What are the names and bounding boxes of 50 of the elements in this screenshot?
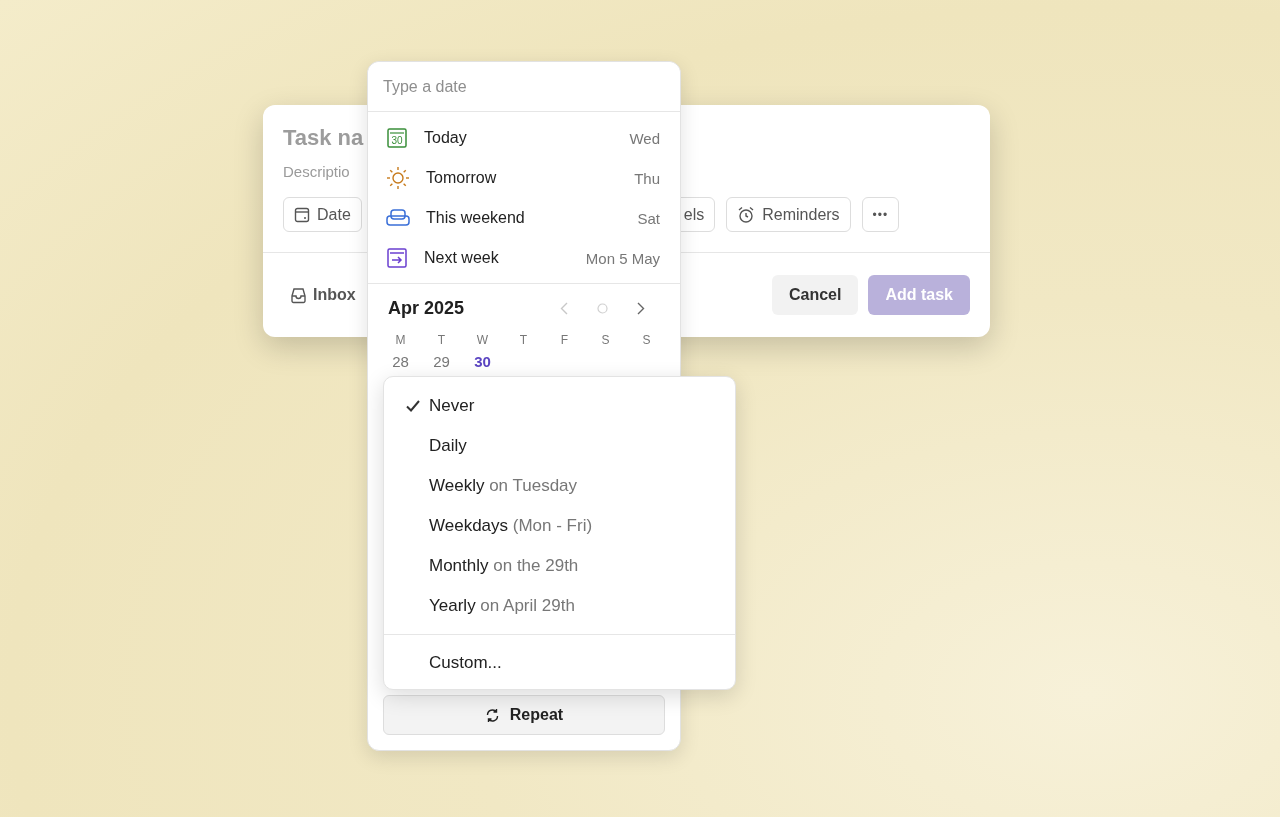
reminders-button[interactable]: Reminders: [726, 197, 851, 232]
today-circle-icon[interactable]: [597, 303, 609, 314]
previous-month-icon[interactable]: [560, 302, 569, 315]
date-input-field[interactable]: Type a date: [368, 62, 680, 112]
weekday-label: S: [600, 333, 611, 347]
repeat-button[interactable]: Repeat: [383, 695, 665, 735]
weekday-label: F: [559, 333, 570, 347]
date-option[interactable]: Next week Mon 5 May: [368, 238, 680, 278]
cancel-button[interactable]: Cancel: [771, 275, 859, 315]
repeat-option[interactable]: Weekdays (Mon - Fri): [384, 506, 735, 546]
inbox-icon: [290, 286, 307, 304]
option-day: Sat: [637, 209, 660, 227]
calendar-day[interactable]: 30: [462, 354, 503, 369]
calendar-icon: 30: [386, 127, 408, 149]
more-button[interactable]: •••: [861, 197, 900, 232]
option-label: Today: [424, 129, 467, 147]
sofa-icon: [386, 208, 410, 228]
option-label: Next week: [424, 249, 499, 267]
weekday-label: T: [436, 333, 447, 347]
sun-icon: [386, 166, 410, 190]
calendar-icon: [294, 206, 310, 223]
option-label: Daily: [429, 436, 467, 456]
weekday-label: T: [518, 333, 529, 347]
option-label: Never: [429, 396, 475, 416]
repeat-option[interactable]: Never: [384, 386, 735, 426]
repeat-option[interactable]: Yearly on April 29th: [384, 586, 735, 626]
custom-option[interactable]: Custom...: [384, 643, 735, 683]
repeat-option[interactable]: Monthly on the 29th: [384, 546, 735, 586]
month-title: Apr 2025: [388, 298, 465, 319]
option-label: Tomorrow: [426, 169, 497, 187]
repeat-option[interactable]: Weekly on Tuesday: [384, 466, 735, 506]
project-selector[interactable]: Inbox: [290, 286, 356, 304]
alarm-clock-icon: [737, 205, 756, 224]
next-month-icon[interactable]: [637, 302, 646, 315]
repeat-icon: [484, 707, 500, 723]
option-label: Weekdays (Mon - Fri): [429, 516, 593, 536]
weekday-label: S: [641, 333, 652, 347]
repeat-option[interactable]: Daily: [384, 426, 735, 466]
option-label: This weekend: [426, 209, 525, 227]
option-label: Yearly on April 29th: [429, 596, 575, 616]
option-label: Weekly on Tuesday: [429, 476, 578, 496]
option-day: Thu: [634, 169, 660, 187]
calendar-day[interactable]: 29: [421, 354, 462, 369]
calendar-day[interactable]: 28: [380, 354, 421, 369]
option-day: Mon 5 May: [585, 249, 660, 267]
weekday-label: W: [475, 333, 490, 347]
option-label: Monthly on the 29th: [429, 556, 579, 576]
weekday-label: M: [394, 333, 407, 347]
date-button[interactable]: Date: [283, 197, 362, 232]
option-day: Wed: [629, 129, 660, 147]
